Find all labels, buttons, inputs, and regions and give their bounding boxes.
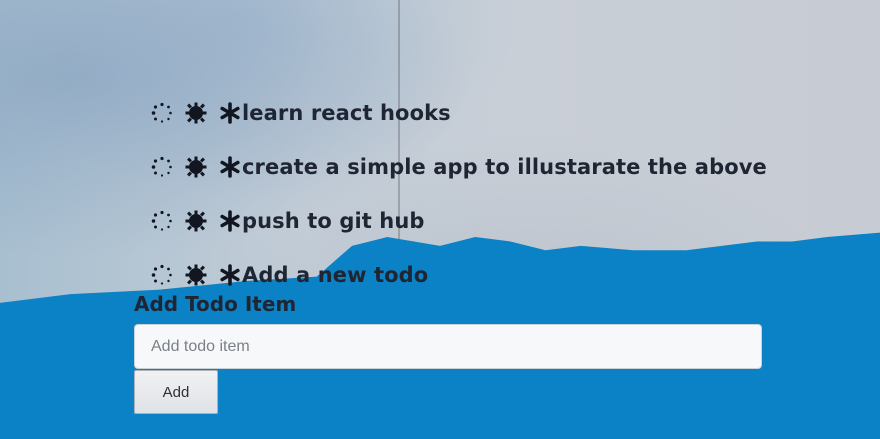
- add-button[interactable]: Add: [134, 370, 218, 414]
- gear-icon[interactable]: [184, 155, 208, 179]
- asterisk-icon[interactable]: [218, 209, 242, 233]
- todo-text: create a simple app to illustarate the a…: [242, 155, 767, 179]
- asterisk-icon[interactable]: [218, 263, 242, 287]
- spinner-icon[interactable]: [150, 155, 174, 179]
- spinner-icon[interactable]: [150, 101, 174, 125]
- todo-item-actions: [150, 101, 242, 125]
- todo-item: push to git hub: [150, 194, 767, 248]
- gear-icon[interactable]: [184, 101, 208, 125]
- todo-item-actions: [150, 263, 242, 287]
- todo-item-actions: [150, 155, 242, 179]
- todo-text: Add a new todo: [242, 263, 429, 287]
- todo-list: learn react hooks create a simple app to…: [150, 86, 767, 302]
- add-todo-title: Add Todo Item: [134, 292, 297, 316]
- todo-text: learn react hooks: [242, 101, 451, 125]
- asterisk-icon[interactable]: [218, 155, 242, 179]
- gear-icon[interactable]: [184, 263, 208, 287]
- asterisk-icon[interactable]: [218, 101, 242, 125]
- spinner-icon[interactable]: [150, 209, 174, 233]
- todo-item: create a simple app to illustarate the a…: [150, 140, 767, 194]
- spinner-icon[interactable]: [150, 263, 174, 287]
- todo-text: push to git hub: [242, 209, 425, 233]
- todo-item: learn react hooks: [150, 86, 767, 140]
- todo-input[interactable]: [134, 324, 762, 369]
- todo-item-actions: [150, 209, 242, 233]
- gear-icon[interactable]: [184, 209, 208, 233]
